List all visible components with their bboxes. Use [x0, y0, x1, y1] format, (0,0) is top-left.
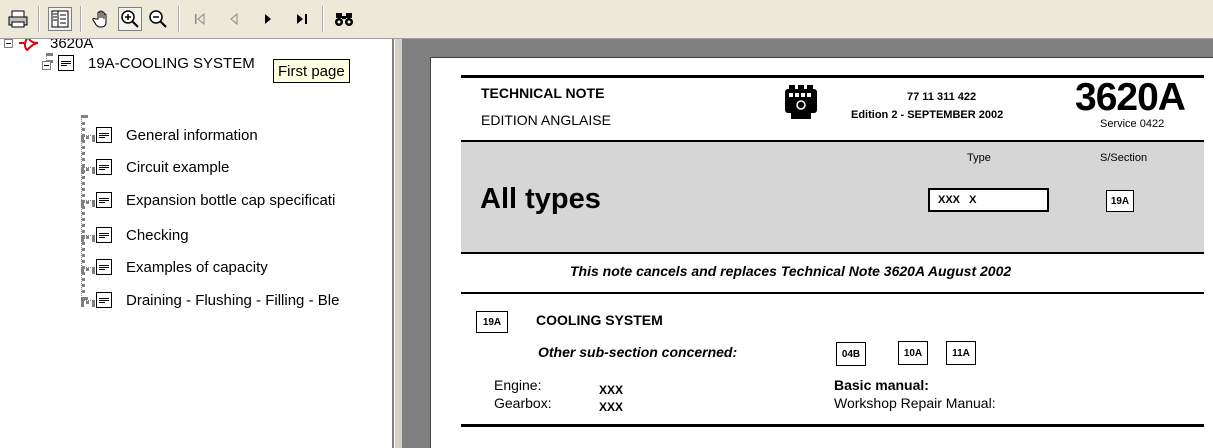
tree-connector: [81, 167, 95, 171]
tree-item-expansion-bottle-cap[interactable]: Expansion bottle cap specificati: [96, 190, 335, 210]
toolbar-separator: [178, 6, 180, 32]
bookmark-page-icon: [96, 259, 112, 275]
toolbar-separator: [80, 6, 82, 32]
bookmarks-tree-panel: 3620A 19A-COOLING SYSTEM General informa…: [0, 39, 394, 448]
section-title: COOLING SYSTEM: [536, 312, 663, 328]
toolbar-separator: [322, 6, 324, 32]
bookmark-page-icon: [96, 127, 112, 143]
technical-note-label: TECHNICAL NOTE: [481, 85, 605, 101]
type-label: Type: [967, 152, 991, 164]
tree-item-label: Checking: [126, 226, 189, 244]
collapse-root-icon[interactable]: [4, 39, 13, 48]
tree-item-examples-of-capacity[interactable]: Examples of capacity: [96, 257, 268, 277]
other-subsection-box: 11A: [946, 341, 976, 365]
cancels-note: This note cancels and replaces Technical…: [570, 263, 1012, 279]
tree-connector: [81, 135, 95, 139]
tree-section-label: 19A-COOLING SYSTEM: [88, 54, 255, 72]
tree-section-item[interactable]: 19A-COOLING SYSTEM: [58, 53, 255, 73]
basic-manual-label: Basic manual:: [834, 377, 929, 393]
bookmark-page-icon: [96, 159, 112, 175]
tree-item-draining-flushing[interactable]: Draining - Flushing - Filling - Ble: [96, 290, 339, 310]
tooltip: First page: [273, 59, 350, 83]
engine-value: XXX: [599, 383, 624, 397]
tree-item-checking[interactable]: Checking: [96, 225, 189, 245]
tree-item-label: Expansion bottle cap specificati: [126, 191, 336, 209]
subsection-value-box: 19A: [1106, 190, 1134, 212]
basic-manual-value: Workshop Repair Manual:: [834, 395, 996, 411]
panel-splitter[interactable]: [394, 39, 402, 448]
note-number: 3620A: [1075, 76, 1186, 119]
zoom-in-icon[interactable]: [118, 7, 142, 31]
tree-connector: [81, 267, 95, 271]
service-code: Service 0422: [1100, 118, 1165, 130]
divider-rule: [461, 292, 1204, 294]
tree-item-label: Draining - Flushing - Filling - Ble: [126, 291, 340, 309]
tree-item-label: Examples of capacity: [126, 258, 268, 276]
hand-tool-icon[interactable]: [90, 7, 114, 31]
first-page-icon[interactable]: [188, 7, 212, 31]
engine-label: Engine:: [494, 377, 542, 393]
edition-date: Edition 2 - SEPTEMBER 2002: [851, 109, 1004, 121]
toolbar-separator: [38, 6, 40, 32]
tree-item-circuit-example[interactable]: Circuit example: [96, 157, 229, 177]
bookmarks-panel-icon[interactable]: [48, 7, 72, 31]
other-subsection-label: Other sub-section concerned:: [538, 344, 738, 360]
gearbox-label: Gearbox:: [494, 395, 552, 411]
gearbox-value: XXX: [599, 400, 624, 414]
type-value-box: XXX X: [928, 188, 1049, 212]
collapse-section-icon[interactable]: [42, 61, 51, 70]
footer-rule: [461, 424, 1204, 427]
pdf-document-icon: [19, 39, 39, 51]
other-subsection-box: 04B: [836, 342, 866, 366]
toolbar: [0, 0, 1213, 39]
zoom-out-icon[interactable]: [146, 7, 170, 31]
bookmark-page-icon: [96, 292, 112, 308]
bookmark-page-icon: [96, 192, 112, 208]
bookmark-page-icon: [58, 55, 74, 71]
previous-page-icon[interactable]: [222, 7, 246, 31]
document-page: TECHNICAL NOTE EDITION ANGLAISE 77 11 31…: [430, 57, 1213, 448]
engine-logo-icon: [785, 85, 817, 119]
tree-item-general-information[interactable]: General information: [96, 125, 258, 145]
last-page-icon[interactable]: [290, 7, 314, 31]
find-binoculars-icon[interactable]: [332, 7, 356, 31]
tree-connector: [81, 115, 85, 300]
other-subsection-box: 10A: [898, 341, 928, 365]
subsection-label: S/Section: [1100, 152, 1148, 164]
tree-connector: [81, 235, 95, 239]
tree-root-label: 3620A: [50, 39, 94, 52]
type-heading: All types: [480, 183, 601, 215]
reference-number: 77 11 311 422: [907, 91, 977, 103]
bookmark-page-icon: [96, 227, 112, 243]
next-page-icon[interactable]: [256, 7, 280, 31]
tree-item-label: General information: [126, 126, 258, 144]
print-icon[interactable]: [6, 7, 30, 31]
edition-language-label: EDITION ANGLAISE: [481, 112, 611, 128]
tree-connector: [81, 300, 95, 304]
tree-item-label: Circuit example: [126, 158, 230, 176]
tree-connector: [81, 200, 95, 204]
section-code-box: 19A: [476, 311, 508, 333]
tree-root-item[interactable]: 3620A: [18, 39, 93, 53]
